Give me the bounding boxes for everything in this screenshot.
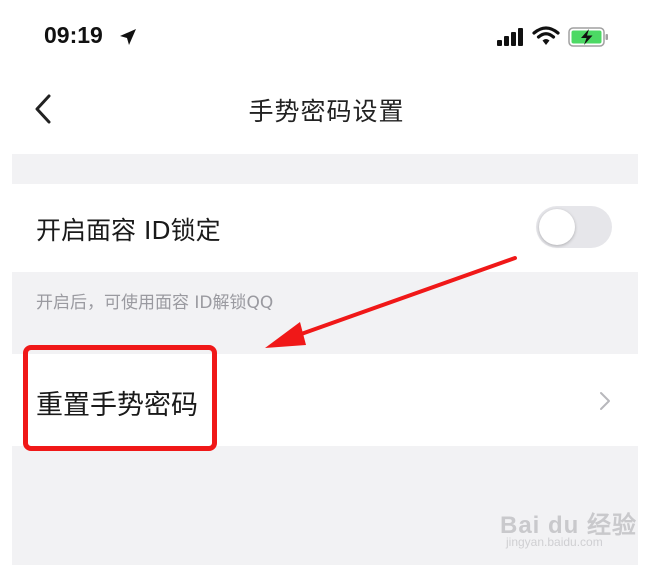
watermark-url: jingyan.baidu.com [506, 535, 603, 549]
annotation-arrow [265, 256, 517, 348]
